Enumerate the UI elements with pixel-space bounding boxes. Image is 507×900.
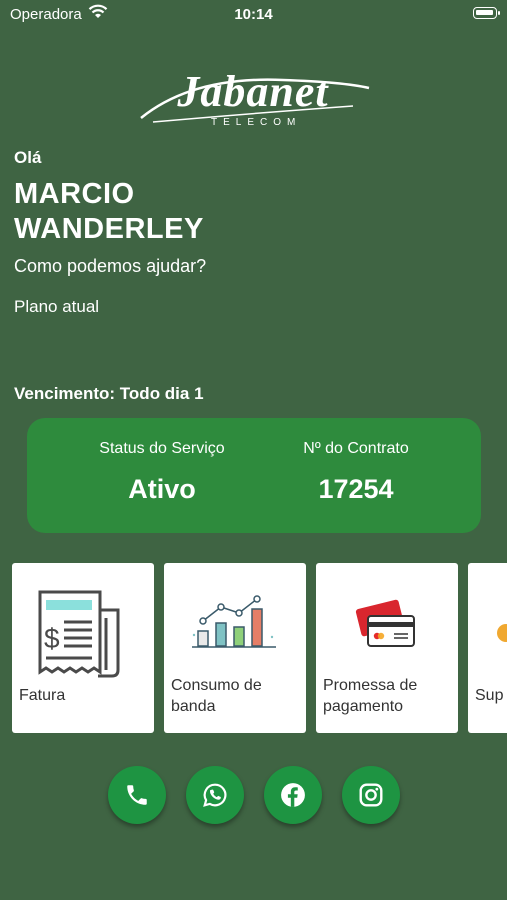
menu-card-label: Fatura [19, 687, 66, 704]
facebook-button[interactable] [264, 766, 322, 824]
user-name: MARCIO WANDERLEY [14, 178, 204, 245]
clock: 10:14 [234, 6, 273, 23]
instagram-icon [359, 783, 383, 807]
battery-icon [473, 7, 500, 19]
battery-level [476, 10, 493, 15]
facebook-icon [281, 783, 305, 807]
phone-icon [127, 785, 147, 805]
svg-text:$: $ [44, 623, 60, 654]
logo-wordmark: Jabanet [177, 67, 329, 116]
logo-subtitle: TELECOM [211, 117, 302, 128]
menu-card-fatura[interactable]: $ Fatura [12, 563, 154, 733]
contract-number: Nº do Contrato 17254 [261, 440, 451, 505]
plan-label: Plano atual [14, 297, 100, 316]
menu-card-label: Promessa de pagamento [323, 677, 418, 715]
bar-chart-icon [192, 595, 276, 648]
menu-card-promessa-de-pagamento[interactable]: Promessa de pagamento [316, 563, 458, 733]
service-status-card: Status do Serviço Ativo Nº do Contrato 1… [27, 418, 481, 533]
support-icon [497, 624, 507, 642]
whatsapp-icon [203, 783, 227, 807]
due-date-label: Vencimento: Todo dia 1 [14, 384, 204, 403]
jabanet-logo: Jabanet TELECOM [133, 66, 373, 136]
service-status: Status do Serviço Ativo [67, 440, 257, 505]
menu-card-label: Sup [475, 687, 504, 704]
invoice-icon: $ [38, 590, 120, 678]
contract-number-label: Nº do Contrato [303, 440, 409, 457]
service-status-value: Ativo [128, 474, 196, 504]
greeting-text: Olá [14, 148, 42, 167]
menu-card-suporte[interactable]: Sup [468, 563, 507, 733]
whatsapp-button[interactable] [186, 766, 244, 824]
credit-card-icon [355, 599, 415, 647]
instagram-button[interactable] [342, 766, 400, 824]
status-bar: Operadora 10:14 [0, 0, 507, 30]
help-text: Como podemos ajudar? [14, 256, 207, 276]
phone-button[interactable] [108, 766, 166, 824]
menu-card-label: Consumo de banda [171, 677, 262, 715]
menu-card-consumo-de-banda[interactable]: Consumo de banda [164, 563, 306, 733]
contract-number-value: 17254 [318, 474, 394, 504]
service-status-label: Status do Serviço [99, 440, 225, 457]
